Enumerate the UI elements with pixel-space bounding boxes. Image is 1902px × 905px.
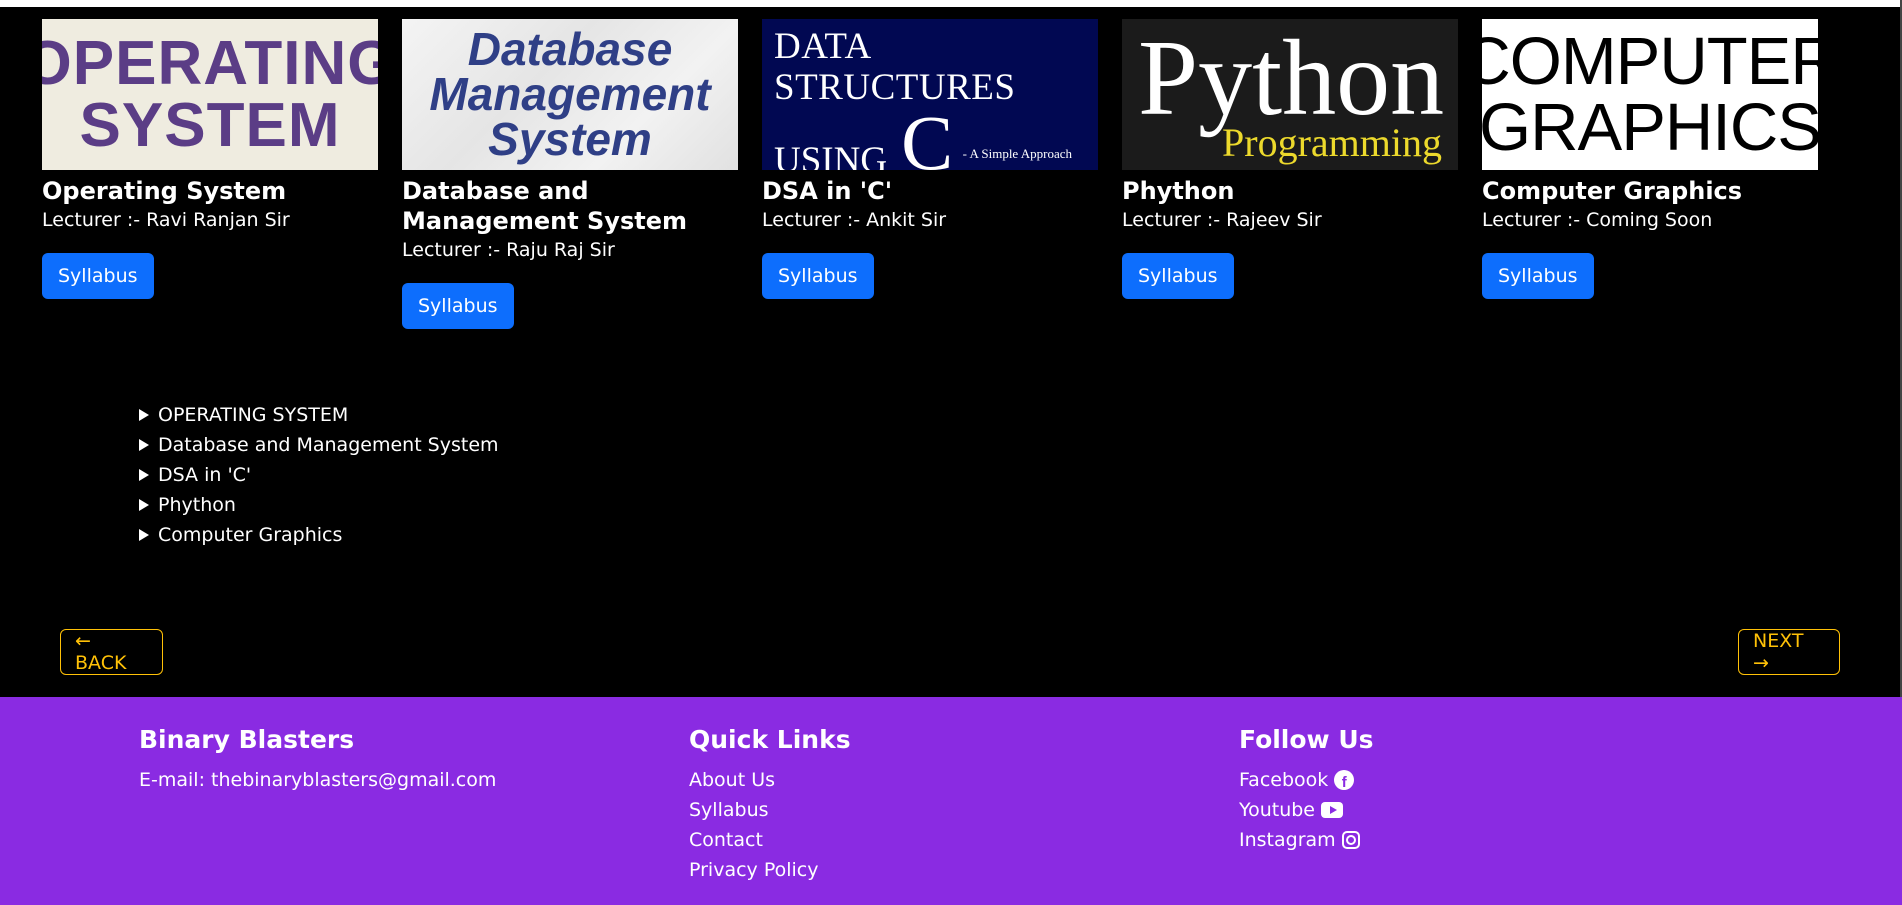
- next-button[interactable]: NEXT →: [1738, 629, 1840, 675]
- details-summary-operating-system[interactable]: OPERATING SYSTEM: [139, 400, 499, 430]
- course-lecturer: Lecturer :- Rajeev Sir: [1122, 209, 1322, 231]
- thumbnail-text: Python: [1138, 19, 1445, 138]
- thumbnail-text: Programming: [1222, 120, 1442, 165]
- thumbnail-text: Database: [467, 22, 673, 75]
- instagram-icon: [1341, 831, 1360, 849]
- footer-link-contact[interactable]: Contact: [689, 825, 851, 855]
- caret-right-icon: [139, 439, 149, 451]
- syllabus-button-dbms[interactable]: Syllabus: [402, 283, 514, 329]
- course-card-operating-system: OPERATING SYSTEM Operating System Lectur…: [42, 19, 378, 329]
- thumbnail-text: COMPUTER: [1482, 23, 1818, 99]
- follow-us-title: Follow Us: [1239, 725, 1374, 754]
- thumbnail-text: OPERATING: [42, 28, 378, 98]
- details-summary-dsa[interactable]: DSA in 'C': [139, 460, 499, 490]
- details-summary-python[interactable]: Phython: [139, 490, 499, 520]
- footer-brand: Binary Blasters E-mail: thebinaryblaster…: [139, 724, 496, 795]
- facebook-icon: f: [1334, 770, 1355, 790]
- course-card-dsa: DATA STRUCTURES USING C - A Simple Appro…: [762, 19, 1098, 329]
- course-title: Operating System: [42, 177, 287, 205]
- course-title: DSA in 'C': [762, 177, 893, 205]
- syllabus-button-python[interactable]: Syllabus: [1122, 253, 1234, 299]
- course-thumbnail-computer-graphics[interactable]: COMPUTER GRAPHICS: [1482, 19, 1818, 170]
- thumbnail-text: GRAPHICS: [1482, 89, 1818, 165]
- course-title: Phython: [1122, 177, 1235, 205]
- footer-quick-links: Quick Links About Us Syllabus Contact Pr…: [689, 724, 851, 885]
- thumbnail-text-row: USING C: [774, 104, 953, 170]
- details-summary-dbms[interactable]: Database and Management System: [139, 430, 499, 460]
- thumbnail-text: System: [488, 113, 652, 166]
- course-thumbnail-dbms[interactable]: Database Management System: [402, 19, 738, 170]
- course-thumbnail-python[interactable]: Python Programming: [1122, 19, 1458, 170]
- footer-link-youtube[interactable]: Youtube: [1239, 795, 1374, 825]
- footer-brand-title: Binary Blasters: [139, 725, 355, 754]
- youtube-icon: [1321, 802, 1343, 818]
- syllabus-button-dsa[interactable]: Syllabus: [762, 253, 874, 299]
- thumbnail-text: SYSTEM: [79, 90, 341, 160]
- caret-right-icon: [139, 529, 149, 541]
- thumbnail-text: C: [901, 104, 953, 170]
- course-cards: OPERATING SYSTEM Operating System Lectur…: [42, 19, 1818, 329]
- quick-links-title: Quick Links: [689, 725, 851, 754]
- footer: Binary Blasters E-mail: thebinaryblaster…: [0, 697, 1902, 905]
- course-lecturer: Lecturer :- Ankit Sir: [762, 209, 947, 231]
- back-button[interactable]: ← BACK: [60, 629, 163, 675]
- footer-link-about-us[interactable]: About Us: [689, 765, 851, 795]
- thumbnail-text: USING: [774, 139, 888, 170]
- details-label: Computer Graphics: [158, 524, 343, 546]
- thumbnail-text: - A Simple Approach: [962, 146, 1072, 161]
- details-label: Database and Management System: [158, 434, 499, 456]
- footer-link-syllabus[interactable]: Syllabus: [689, 795, 851, 825]
- details-label: DSA in 'C': [158, 464, 252, 486]
- thumbnail-text: DATA STRUCTURES: [774, 26, 1016, 108]
- details-summary-computer-graphics[interactable]: Computer Graphics: [139, 520, 499, 550]
- thumbnail-text: Management: [429, 67, 711, 120]
- syllabus-details-list: OPERATING SYSTEM Database and Management…: [139, 400, 499, 550]
- course-lecturer: Lecturer :- Raju Raj Sir: [402, 239, 615, 261]
- instagram-label: Instagram: [1239, 829, 1336, 851]
- course-title: Database and Management System: [402, 177, 687, 235]
- caret-right-icon: [139, 499, 149, 511]
- top-border: [0, 0, 1902, 7]
- footer-follow-us: Follow Us Facebook f Youtube Instagram: [1239, 724, 1374, 855]
- syllabus-button-operating-system[interactable]: Syllabus: [42, 253, 154, 299]
- course-card-computer-graphics: COMPUTER GRAPHICS Computer Graphics Lect…: [1482, 19, 1818, 329]
- details-label: OPERATING SYSTEM: [158, 404, 349, 426]
- course-title: Computer Graphics: [1482, 177, 1743, 205]
- footer-email[interactable]: E-mail: thebinaryblasters@gmail.com: [139, 765, 496, 795]
- course-card-python: Python Programming Phython Lecturer :- R…: [1122, 19, 1458, 329]
- course-lecturer: Lecturer :- Coming Soon: [1482, 209, 1713, 231]
- details-label: Phython: [158, 494, 236, 516]
- footer-link-instagram[interactable]: Instagram: [1239, 825, 1374, 855]
- course-lecturer: Lecturer :- Ravi Ranjan Sir: [42, 209, 290, 231]
- caret-right-icon: [139, 469, 149, 481]
- footer-link-facebook[interactable]: Facebook f: [1239, 765, 1374, 795]
- syllabus-button-computer-graphics[interactable]: Syllabus: [1482, 253, 1594, 299]
- course-card-dbms: Database Management System Database and …: [402, 19, 738, 329]
- course-thumbnail-operating-system[interactable]: OPERATING SYSTEM: [42, 19, 378, 170]
- facebook-label: Facebook: [1239, 769, 1329, 791]
- course-thumbnail-dsa[interactable]: DATA STRUCTURES USING C - A Simple Appro…: [762, 19, 1098, 170]
- youtube-label: Youtube: [1239, 799, 1315, 821]
- footer-link-privacy-policy[interactable]: Privacy Policy: [689, 855, 851, 885]
- caret-right-icon: [139, 409, 149, 421]
